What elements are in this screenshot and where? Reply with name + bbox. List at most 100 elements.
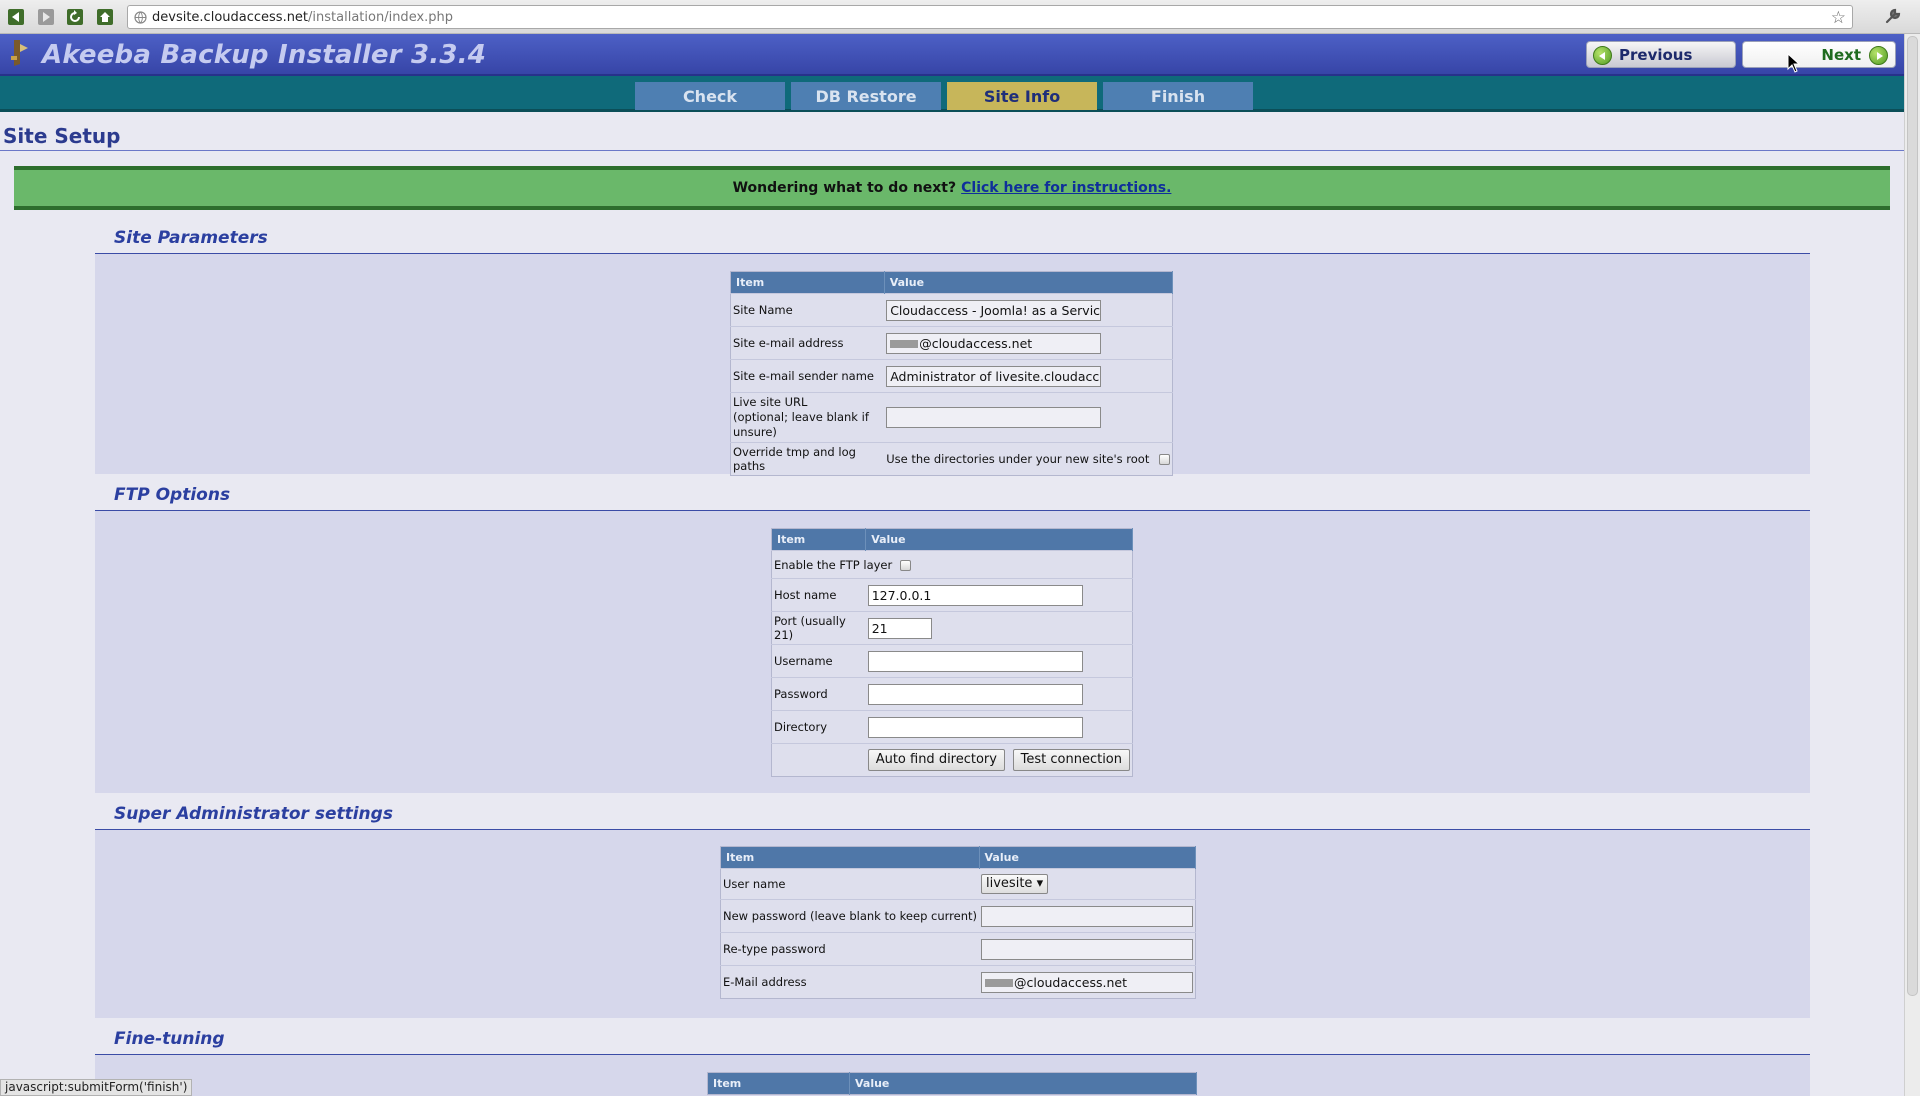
- title-divider: [0, 150, 1904, 151]
- browser-toolbar: devsite.cloudaccess.net/installation/ind…: [0, 0, 1920, 34]
- scrollbar-thumb[interactable]: [1907, 36, 1918, 996]
- tab-db-restore[interactable]: DB Restore: [791, 82, 941, 110]
- vertical-scrollbar[interactable]: [1904, 34, 1920, 1096]
- user-name-select[interactable]: livesite ▾: [981, 874, 1049, 894]
- live-url-label: Live site URL (optional; leave blank if u…: [730, 392, 885, 443]
- ftp-password-label: Password: [771, 677, 866, 711]
- site-email-input[interactable]: @cloudaccess.net: [886, 332, 1102, 354]
- ftp-directory-input[interactable]: [867, 716, 1083, 738]
- live-url-input[interactable]: [886, 407, 1102, 428]
- next-arrow-icon: [1869, 46, 1888, 65]
- section-title: Fine-tuning: [114, 1029, 225, 1049]
- home-icon[interactable]: [95, 7, 115, 27]
- instructions-link[interactable]: Click here for instructions.: [961, 180, 1171, 196]
- enable-ftp-label: Enable the FTP layer: [774, 557, 893, 572]
- redacted-block: [985, 979, 1014, 987]
- forward-icon[interactable]: [36, 7, 56, 27]
- previous-button[interactable]: Previous: [1586, 41, 1736, 68]
- col-item: Item: [707, 1072, 850, 1095]
- akeeba-logo-icon: [8, 38, 32, 71]
- app-title: Akeeba Backup Installer 3.3.4: [42, 40, 486, 70]
- address-bar[interactable]: devsite.cloudaccess.net/installation/ind…: [127, 5, 1853, 29]
- enable-ftp-checkbox[interactable]: [899, 559, 911, 571]
- next-button[interactable]: Next: [1742, 41, 1896, 68]
- site-name-input[interactable]: Cloudaccess - Joomla! as a Service: [886, 299, 1102, 321]
- live-url-label-line1: Live site URL: [733, 395, 808, 409]
- site-name-label: Site Name: [730, 293, 885, 327]
- browser-status-bar: javascript:submitForm('finish'): [0, 1079, 193, 1096]
- previous-label: Previous: [1619, 45, 1693, 64]
- col-item: Item: [771, 528, 867, 551]
- override-text: Use the directories under your new site'…: [886, 452, 1150, 466]
- mouse-pointer-icon: [1787, 52, 1801, 76]
- sender-name-input[interactable]: Administrator of livesite.cloudaccess: [886, 365, 1102, 387]
- ftp-username-label: Username: [771, 644, 866, 678]
- port-input[interactable]: 21: [867, 617, 932, 639]
- tab-finish[interactable]: Finish: [1103, 82, 1253, 110]
- admin-email-value: @cloudaccess.net: [1014, 974, 1127, 990]
- override-label: Override tmp and log paths: [730, 442, 885, 476]
- fine-tuning-heading: Fine-tuning: [95, 1023, 1810, 1055]
- dropdown-arrow-icon: ▾: [1036, 876, 1044, 891]
- site-parameters-section: Site Parameters Item Value Site Name Clo…: [95, 222, 1810, 476]
- port-label: Port (usually 21): [771, 611, 866, 645]
- ftp-options-table: Item Value Enable the FTP layer Host nam…: [771, 528, 1133, 777]
- user-name-label: User name: [720, 868, 980, 900]
- ftp-options-section: FTP Options Item Value Enable the FTP la…: [95, 479, 1810, 793]
- redacted-block: [890, 340, 919, 348]
- ftp-password-input[interactable]: [867, 683, 1083, 705]
- url-text: devsite.cloudaccess.net/installation/ind…: [152, 10, 453, 25]
- host-input[interactable]: 127.0.0.1: [867, 584, 1083, 606]
- notice-text: Wondering what to do next?: [732, 180, 957, 196]
- site-email-label: Site e-mail address: [730, 326, 885, 360]
- test-connection-button[interactable]: Test connection: [1012, 749, 1130, 771]
- ftp-username-input[interactable]: [867, 650, 1083, 672]
- new-password-input[interactable]: [981, 905, 1194, 927]
- url-host: devsite.cloudaccess.net: [152, 10, 309, 25]
- ftp-options-heading: FTP Options: [95, 479, 1810, 511]
- live-url-label-line2: (optional; leave blank if unsure): [733, 410, 869, 439]
- override-checkbox[interactable]: [1159, 454, 1170, 465]
- installer-header: Akeeba Backup Installer 3.3.4 Previous N…: [0, 34, 1904, 76]
- new-password-label: New password (leave blank to keep curren…: [720, 899, 980, 933]
- ftp-directory-label: Directory: [771, 710, 866, 744]
- globe-icon: [134, 11, 147, 27]
- super-admin-section: Super Administrator settings Item Value …: [95, 798, 1810, 1018]
- previous-arrow-icon: [1593, 46, 1612, 65]
- super-admin-table: Item Value User name livesite ▾ New pass…: [720, 846, 1197, 999]
- host-label: Host name: [771, 578, 866, 612]
- site-parameters-heading: Site Parameters: [95, 222, 1810, 254]
- super-admin-heading: Super Administrator settings: [95, 798, 1810, 830]
- site-email-value: @cloudaccess.net: [919, 335, 1033, 351]
- admin-email-input[interactable]: @cloudaccess.net: [981, 971, 1194, 993]
- page-title: Site Setup: [3, 124, 121, 148]
- auto-find-directory-button[interactable]: Auto find directory: [867, 749, 1005, 771]
- col-value: Value: [884, 271, 1174, 294]
- section-title: Super Administrator settings: [114, 804, 393, 824]
- col-value: Value: [849, 1072, 1197, 1095]
- tab-check[interactable]: Check: [635, 82, 785, 110]
- col-value: Value: [979, 846, 1197, 869]
- next-label: Next: [1821, 45, 1861, 64]
- sender-name-label: Site e-mail sender name: [730, 359, 885, 393]
- site-parameters-table: Item Value Site Name Cloudaccess - Jooml…: [730, 271, 1174, 476]
- fine-tuning-section: Fine-tuning Item Value: [95, 1023, 1810, 1096]
- bookmark-star-icon[interactable]: ☆: [1831, 8, 1846, 28]
- user-name-value: livesite: [986, 876, 1033, 891]
- col-item: Item: [720, 846, 980, 869]
- tab-site-info[interactable]: Site Info: [947, 82, 1097, 110]
- col-item: Item: [730, 271, 885, 294]
- reload-icon[interactable]: [65, 7, 85, 27]
- step-tabs: Check DB Restore Site Info Finish: [0, 76, 1904, 112]
- section-title: Site Parameters: [114, 228, 268, 248]
- admin-email-label: E-Mail address: [720, 965, 980, 999]
- col-value: Value: [865, 528, 1133, 551]
- retype-password-input[interactable]: [981, 938, 1194, 960]
- section-title: FTP Options: [114, 485, 231, 505]
- fine-tuning-table: Item Value: [707, 1072, 1197, 1095]
- instructions-notice: Wondering what to do next? Click here fo…: [14, 166, 1890, 210]
- wrench-icon[interactable]: [1884, 7, 1902, 28]
- back-icon[interactable]: [6, 7, 26, 27]
- retype-password-label: Re-type password: [720, 932, 980, 966]
- url-path: /installation/index.php: [308, 10, 454, 25]
